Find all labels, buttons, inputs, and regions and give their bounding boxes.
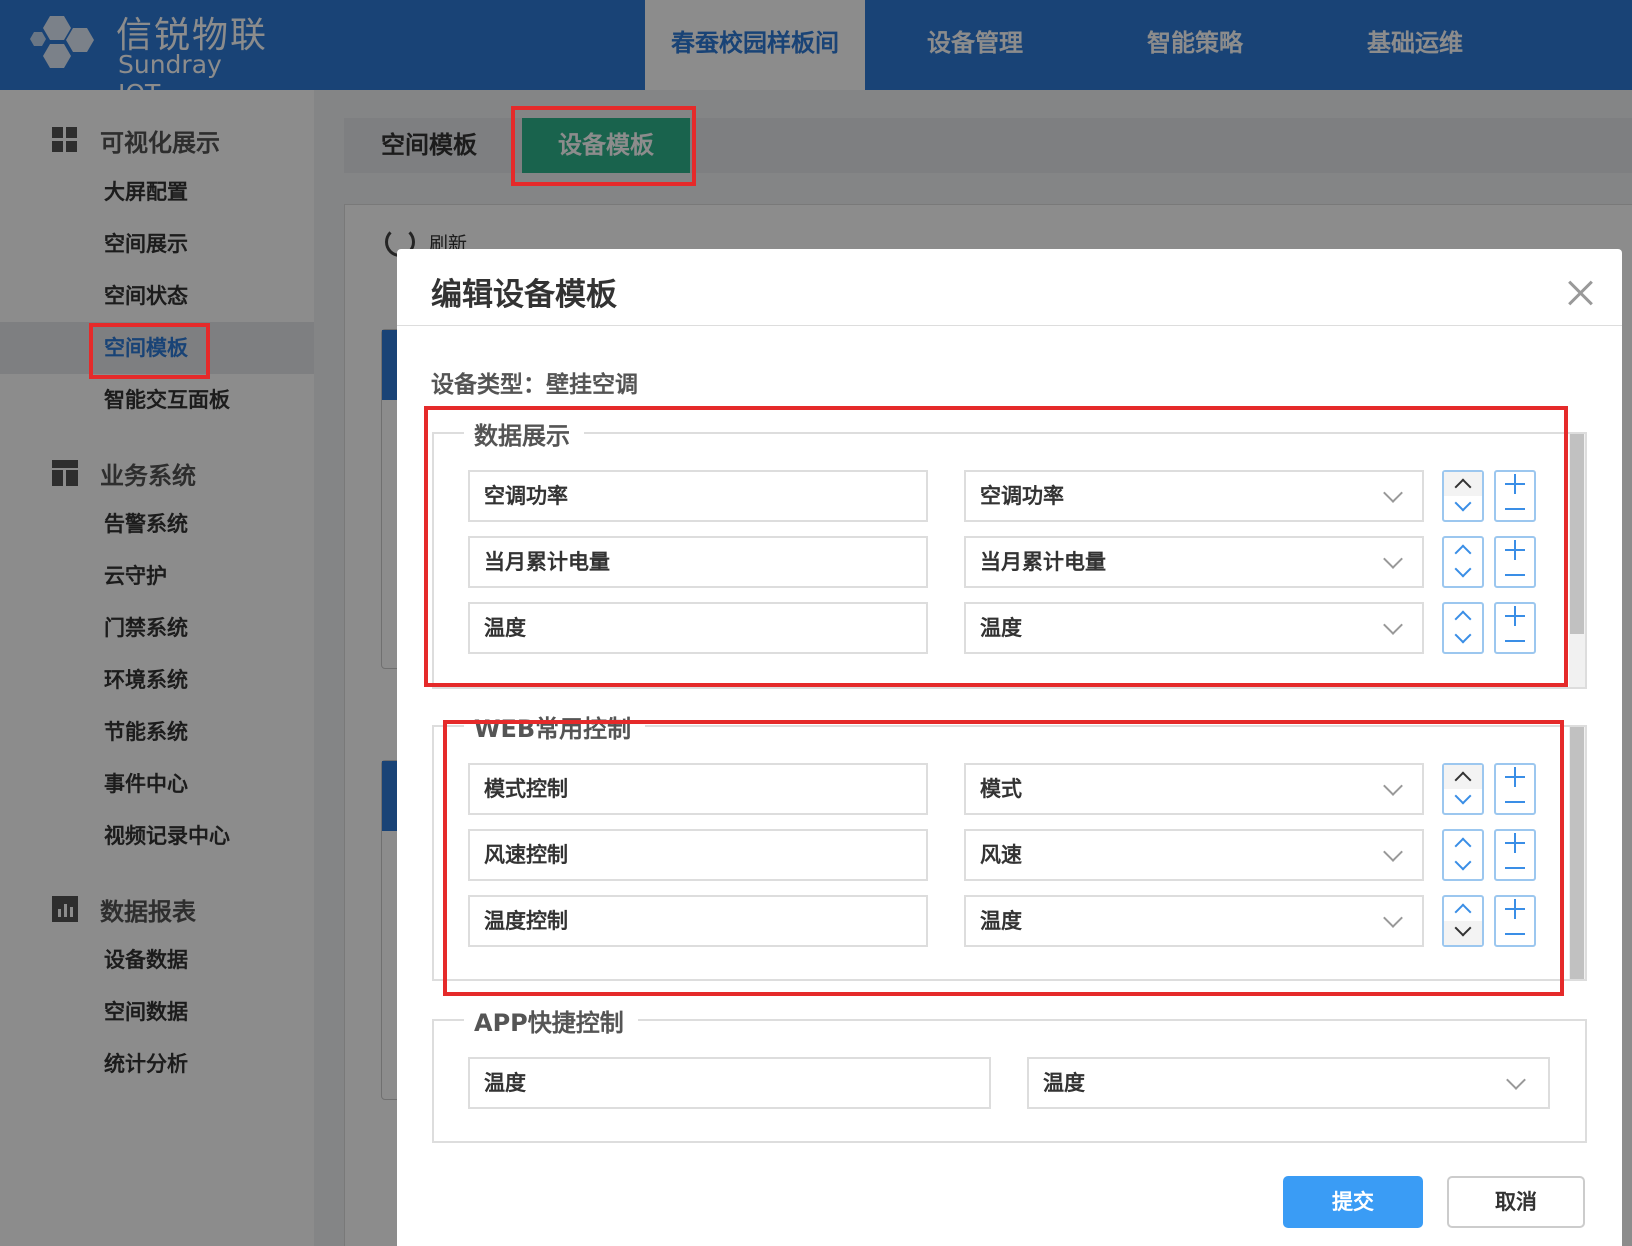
chevron-up-icon: [1454, 478, 1472, 496]
display-name-input[interactable]: 温度控制: [468, 895, 928, 947]
add-remove-stepper[interactable]: [1494, 470, 1536, 522]
chevron-up-icon: [1454, 610, 1472, 628]
data-display-section: 数据展示 空调功率 空调功率 当月累计电量 当月累计电量 温度 温度: [432, 416, 1587, 689]
add-remove-stepper[interactable]: [1494, 829, 1536, 881]
chevron-up-icon: [1454, 837, 1472, 855]
display-name-input[interactable]: 当月累计电量: [468, 536, 928, 588]
move-down-button[interactable]: [1444, 494, 1482, 520]
scrollbar[interactable]: [1569, 434, 1585, 687]
field-select-value: 模式: [980, 777, 1022, 801]
edit-device-template-dialog: 编辑设备模板 设备类型：壁挂空调 数据展示 空调功率 空调功率 当月累计电量 当…: [397, 249, 1622, 1246]
chevron-down-icon: [1383, 483, 1403, 503]
add-remove-stepper[interactable]: [1494, 536, 1536, 588]
chevron-down-icon: [1383, 615, 1403, 635]
move-up-button[interactable]: [1444, 831, 1482, 855]
cancel-button[interactable]: 取消: [1447, 1176, 1585, 1228]
move-stepper[interactable]: [1442, 536, 1484, 588]
move-down-button[interactable]: [1444, 787, 1482, 813]
section-legend: APP快捷控制: [464, 1003, 638, 1038]
move-stepper[interactable]: [1442, 470, 1484, 522]
move-up-button[interactable]: [1444, 604, 1482, 628]
move-up-button[interactable]: [1444, 472, 1482, 496]
move-up-button[interactable]: [1444, 765, 1482, 789]
plus-icon: [1514, 767, 1516, 787]
chevron-up-icon: [1454, 771, 1472, 789]
chevron-down-icon: [1506, 1070, 1526, 1090]
chevron-down-icon: [1454, 560, 1472, 578]
section-legend: 数据展示: [464, 416, 584, 451]
scrollbar-thumb[interactable]: [1570, 727, 1584, 979]
move-stepper[interactable]: [1442, 829, 1484, 881]
plus-icon: [1514, 899, 1516, 919]
web-control-section: WEB常用控制 模式控制 模式 风速控制 风速 温度控制 温度: [432, 709, 1587, 981]
chevron-down-icon: [1383, 776, 1403, 796]
field-select-value: 当月累计电量: [980, 550, 1106, 574]
field-select[interactable]: 温度: [964, 895, 1424, 947]
chevron-down-icon: [1383, 549, 1403, 569]
move-up-button[interactable]: [1444, 897, 1482, 921]
field-select-value: 温度: [980, 909, 1022, 933]
app-control-section: APP快捷控制 温度 温度: [432, 1003, 1587, 1143]
close-icon[interactable]: [1562, 275, 1598, 311]
plus-icon: [1514, 606, 1516, 626]
move-stepper[interactable]: [1442, 602, 1484, 654]
chevron-up-icon: [1454, 544, 1472, 562]
minus-icon[interactable]: [1505, 801, 1525, 803]
move-down-button[interactable]: [1444, 853, 1482, 879]
plus-icon: [1514, 833, 1516, 853]
chevron-down-icon: [1454, 919, 1472, 937]
display-name-input[interactable]: 模式控制: [468, 763, 928, 815]
minus-icon[interactable]: [1505, 574, 1525, 576]
move-up-button[interactable]: [1444, 538, 1482, 562]
dialog-divider: [397, 325, 1622, 326]
device-type-label: 设备类型：壁挂空调: [431, 372, 638, 398]
field-select[interactable]: 温度: [1027, 1057, 1550, 1109]
minus-icon[interactable]: [1505, 933, 1525, 935]
chevron-down-icon: [1454, 853, 1472, 871]
add-remove-stepper[interactable]: [1494, 602, 1536, 654]
add-remove-stepper[interactable]: [1494, 763, 1536, 815]
field-select[interactable]: 温度: [964, 602, 1424, 654]
dialog-title: 编辑设备模板: [431, 277, 617, 313]
chevron-down-icon: [1454, 494, 1472, 512]
field-select-value: 温度: [1043, 1071, 1085, 1095]
move-stepper[interactable]: [1442, 763, 1484, 815]
minus-icon[interactable]: [1505, 867, 1525, 869]
minus-icon[interactable]: [1505, 508, 1525, 510]
add-remove-stepper[interactable]: [1494, 895, 1536, 947]
scrollbar-thumb[interactable]: [1570, 434, 1584, 634]
plus-icon: [1514, 474, 1516, 494]
scrollbar[interactable]: [1569, 727, 1585, 979]
field-select[interactable]: 当月累计电量: [964, 536, 1424, 588]
minus-icon[interactable]: [1505, 640, 1525, 642]
display-name-input[interactable]: 温度: [468, 1057, 991, 1109]
move-stepper[interactable]: [1442, 895, 1484, 947]
field-select-value: 风速: [980, 843, 1022, 867]
field-select-value: 温度: [980, 616, 1022, 640]
display-name-input[interactable]: 风速控制: [468, 829, 928, 881]
field-select[interactable]: 空调功率: [964, 470, 1424, 522]
field-select[interactable]: 模式: [964, 763, 1424, 815]
chevron-down-icon: [1454, 787, 1472, 805]
chevron-down-icon: [1454, 626, 1472, 644]
move-down-button[interactable]: [1444, 626, 1482, 652]
chevron-down-icon: [1383, 908, 1403, 928]
move-down-button[interactable]: [1444, 560, 1482, 586]
move-down-button[interactable]: [1444, 919, 1482, 945]
display-name-input[interactable]: 温度: [468, 602, 928, 654]
submit-button[interactable]: 提交: [1283, 1176, 1423, 1228]
field-select-value: 空调功率: [980, 484, 1064, 508]
field-select[interactable]: 风速: [964, 829, 1424, 881]
chevron-up-icon: [1454, 903, 1472, 921]
plus-icon: [1514, 540, 1516, 560]
display-name-input[interactable]: 空调功率: [468, 470, 928, 522]
section-legend: WEB常用控制: [464, 709, 646, 744]
chevron-down-icon: [1383, 842, 1403, 862]
